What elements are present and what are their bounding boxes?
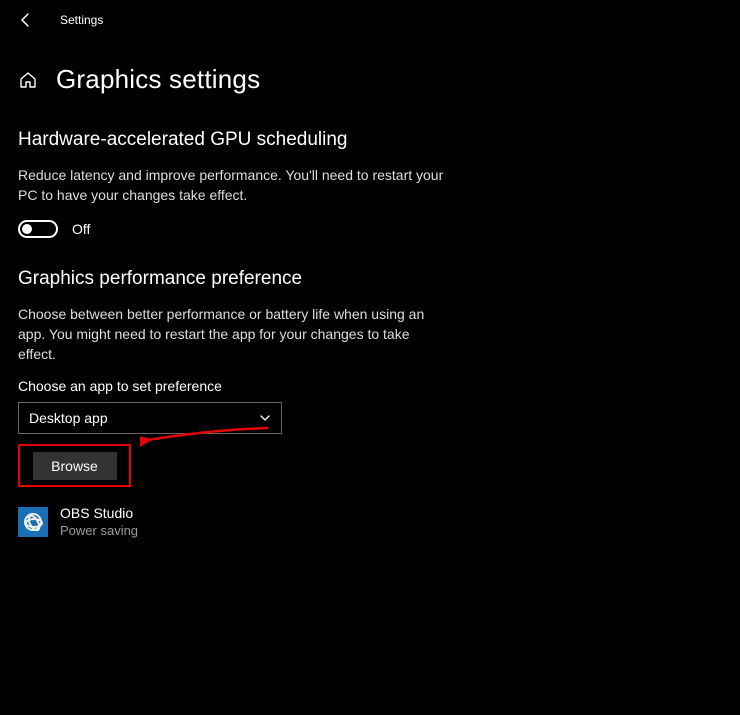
perf-pref-heading: Graphics performance preference: [18, 268, 722, 290]
gpu-scheduling-heading: Hardware-accelerated GPU scheduling: [18, 129, 722, 151]
app-type-dropdown-value: Desktop app: [29, 410, 108, 426]
browse-highlight: Browse: [18, 444, 131, 487]
perf-pref-desc: Choose between better performance or bat…: [18, 304, 448, 365]
gpu-scheduling-toggle-label: Off: [72, 221, 90, 237]
app-mode: Power saving: [60, 523, 138, 539]
home-icon[interactable]: [18, 70, 38, 90]
page-title: Graphics settings: [56, 64, 260, 95]
browse-button[interactable]: Browse: [33, 452, 117, 480]
chevron-down-icon: [259, 412, 271, 424]
window-title: Settings: [60, 13, 103, 27]
app-list-item[interactable]: OBS Studio Power saving: [18, 505, 722, 539]
app-type-dropdown[interactable]: Desktop app: [18, 402, 282, 434]
gpu-scheduling-toggle[interactable]: [18, 220, 58, 238]
gpu-scheduling-desc: Reduce latency and improve performance. …: [18, 165, 448, 206]
app-name: OBS Studio: [60, 505, 138, 523]
choose-app-label: Choose an app to set preference: [18, 378, 722, 394]
back-icon[interactable]: [18, 12, 34, 28]
obs-icon: [18, 507, 48, 537]
